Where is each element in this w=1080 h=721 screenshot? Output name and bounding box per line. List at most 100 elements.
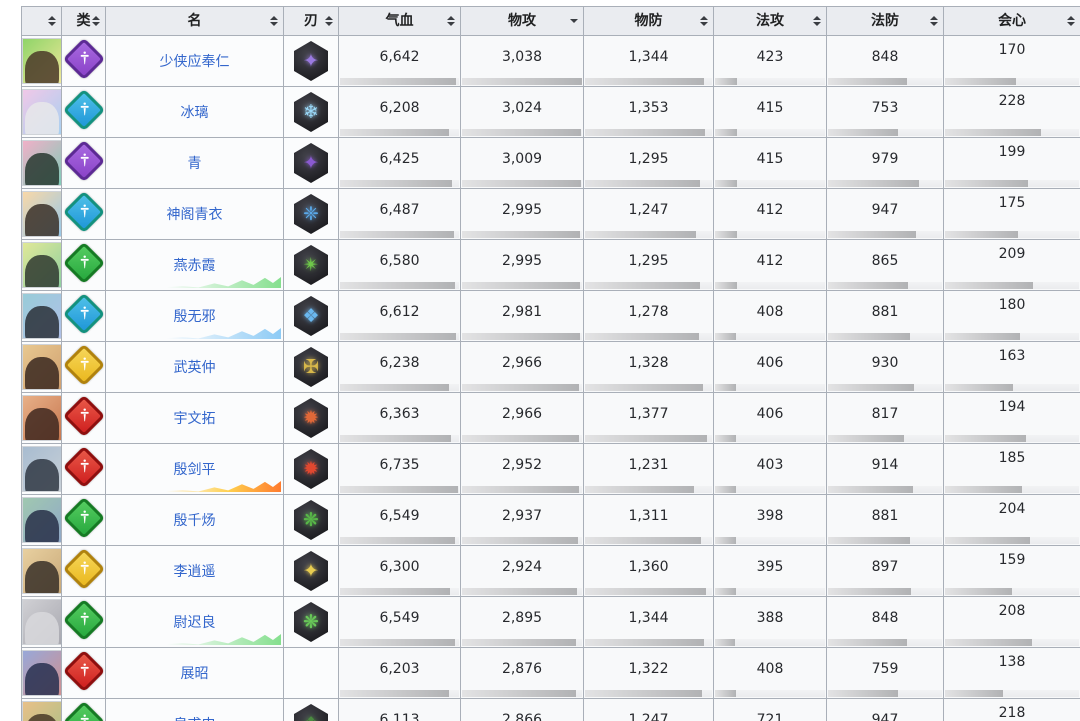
stat-bar-track <box>462 486 582 493</box>
stat-bar-fill <box>340 231 454 238</box>
column-header-matk[interactable]: 法攻 <box>713 6 827 36</box>
character-name-link[interactable]: 燕赤霞 <box>174 258 216 274</box>
sword-glyph <box>79 51 88 64</box>
stat-bar-track <box>828 639 942 646</box>
character-name-link[interactable]: 李逍遥 <box>174 564 216 580</box>
column-header-hp[interactable]: 气血 <box>338 6 461 36</box>
character-name-link[interactable]: 殷无邪 <box>174 309 216 325</box>
stat-cell-crit: 185 <box>943 443 1080 495</box>
stat-cell-pdef: 1,231 <box>583 443 714 495</box>
stat-cell-pdef: 1,353 <box>583 86 714 138</box>
sort-icon <box>447 16 455 26</box>
column-header-label: 物防 <box>634 13 663 29</box>
stat-bar-track <box>340 486 459 493</box>
stat-value-patk: 2,966 <box>501 405 543 422</box>
stat-bar-fill <box>828 78 907 85</box>
stat-bar-track <box>462 537 582 544</box>
character-name-link[interactable]: 神阁青衣 <box>167 207 223 223</box>
stat-cell-patk: 2,876 <box>460 647 584 699</box>
character-name-link[interactable]: 少侠应奉仁 <box>160 54 230 70</box>
stat-bar-fill <box>340 639 455 646</box>
column-header-pdef[interactable]: 物防 <box>583 6 714 36</box>
character-avatar <box>22 89 61 135</box>
stat-bar-track <box>340 78 459 85</box>
stat-cell-patk: 2,924 <box>460 545 584 597</box>
character-name-link[interactable]: 皇甫申 <box>174 717 216 721</box>
stat-cell-pdef: 1,295 <box>583 239 714 291</box>
stat-bar-fill <box>828 639 907 646</box>
character-name-link[interactable]: 尉迟良 <box>174 615 216 631</box>
stat-bar-fill <box>585 690 703 697</box>
stat-value-matk: 408 <box>756 303 784 320</box>
stat-cell-patk: 3,009 <box>460 137 584 189</box>
stat-value-patk: 2,924 <box>501 558 543 575</box>
character-name-link[interactable]: 冰璃 <box>181 105 209 121</box>
column-header-name[interactable]: 名 <box>105 6 284 36</box>
stat-bar-fill <box>945 129 1041 136</box>
stat-value-matk: 721 <box>756 711 784 721</box>
stat-bar-track <box>715 282 825 289</box>
stat-bar-track <box>340 690 459 697</box>
stat-bar-track <box>945 690 1079 697</box>
stat-value-pdef: 1,311 <box>628 507 669 524</box>
stat-cell-crit: 175 <box>943 188 1080 240</box>
stat-value-crit: 170 <box>998 42 1026 58</box>
table-row: 殷剑平 ✹ 6,735 2,952 1,231 403 914 185 <box>21 443 1080 495</box>
stat-bar-track <box>945 486 1079 493</box>
stat-cell-hp: 6,612 <box>338 290 461 342</box>
column-header-class[interactable]: 类 <box>61 6 106 36</box>
column-header-crit[interactable]: 会心 <box>943 6 1080 36</box>
class-icon-gold <box>62 343 105 387</box>
blade-icon: ✹ <box>294 449 328 489</box>
stat-bar-fill <box>715 639 736 646</box>
character-name-link[interactable]: 武英仲 <box>174 360 216 376</box>
stat-cell-patk: 2,966 <box>460 392 584 444</box>
stat-bar-fill <box>715 129 737 136</box>
table-row: 神阁青衣 ❈ 6,487 2,995 1,247 412 947 175 <box>21 188 1080 240</box>
character-figure <box>25 714 59 721</box>
stat-value-crit: 204 <box>998 501 1026 517</box>
stat-bar-fill <box>340 690 449 697</box>
class-icon-green <box>62 241 105 285</box>
stat-cell-mdef: 897 <box>826 545 944 597</box>
column-header-avatar[interactable] <box>21 6 62 36</box>
character-name-link[interactable]: 殷剑平 <box>174 462 216 478</box>
stat-value-patk: 2,952 <box>501 456 543 473</box>
blade-icon: ❖ <box>294 296 328 336</box>
stat-value-hp: 6,549 <box>379 507 420 524</box>
stat-value-patk: 3,038 <box>501 48 543 65</box>
stat-value-matk: 415 <box>756 150 784 167</box>
stat-cell-matk: 412 <box>713 239 827 291</box>
character-name-link[interactable]: 殷千炀 <box>174 513 216 529</box>
character-figure <box>25 612 59 644</box>
sword-glyph <box>79 510 88 523</box>
table-row: 少侠应奉仁 ✦ 6,642 3,038 1,344 423 848 170 <box>21 35 1080 87</box>
class-icon-red <box>62 394 105 438</box>
stat-cell-mdef: 979 <box>826 137 944 189</box>
stat-value-matk: 408 <box>756 660 784 677</box>
class-icon-green <box>62 496 105 540</box>
stat-cell-hp: 6,549 <box>338 596 461 648</box>
stat-value-pdef: 1,295 <box>628 252 669 269</box>
column-header-mdef[interactable]: 法防 <box>826 6 944 36</box>
stat-cell-pdef: 1,328 <box>583 341 714 393</box>
stat-cell-pdef: 1,344 <box>583 35 714 87</box>
stat-bar-fill <box>462 435 580 442</box>
character-name-link[interactable]: 青 <box>188 156 202 172</box>
column-header-blade[interactable]: 刃 <box>283 6 339 36</box>
character-avatar <box>22 446 61 492</box>
stat-bar-track <box>715 78 825 85</box>
character-name-link[interactable]: 展昭 <box>181 666 209 682</box>
class-icon-purple <box>62 139 105 183</box>
stat-bar-fill <box>462 537 579 544</box>
character-avatar <box>22 599 61 645</box>
character-name-link[interactable]: 宇文拓 <box>174 411 216 427</box>
stat-bar-fill <box>585 384 703 391</box>
stat-value-hp: 6,549 <box>379 609 420 626</box>
column-header-patk[interactable]: 物攻 <box>460 6 584 36</box>
stat-bar-fill <box>945 537 1031 544</box>
stat-cell-matk: 388 <box>713 596 827 648</box>
stat-bar-fill <box>340 333 456 340</box>
stat-bar-track <box>462 435 582 442</box>
character-figure <box>25 357 59 389</box>
